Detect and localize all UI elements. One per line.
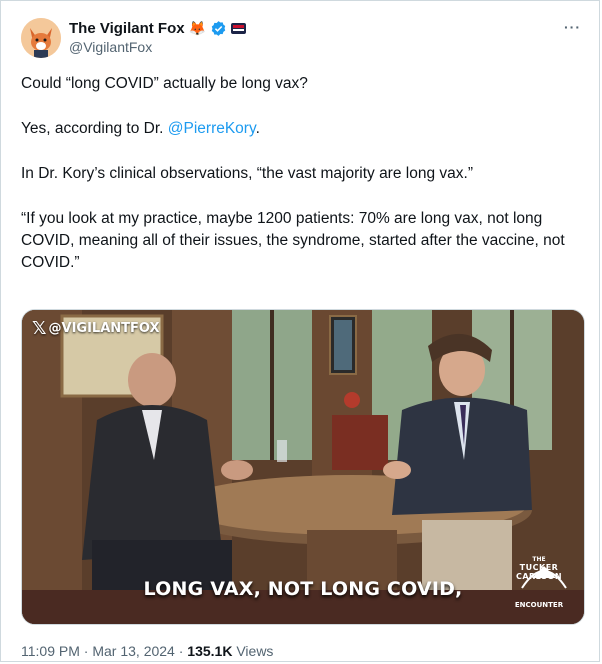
show-logo-line: THE [532, 556, 546, 563]
video-caption: LONG VAX, NOT LONG COVID, [143, 578, 463, 600]
views-count: 135.1K [187, 643, 233, 659]
verified-badge-icon [211, 20, 226, 36]
author-name-row: The Vigilant Fox 🦊 [69, 18, 247, 38]
show-logo: THE TUCKER CARLSON ENCOUNTER [504, 556, 574, 616]
tweet-text-segment: . [255, 120, 260, 137]
meta-separator: · [178, 643, 184, 659]
author-display-name[interactable]: The Vigilant Fox [69, 20, 185, 37]
tweet-card: The Vigilant Fox 🦊 @VigilantFox ··· Coul… [0, 0, 600, 662]
views-label: Views [236, 643, 274, 659]
watermark: 𝕏 @VIGILANTFOX [32, 318, 160, 339]
tweet-text-segment: Yes, according to Dr. [21, 120, 168, 137]
tweet-meta: 11:09 PM · Mar 13, 2024 · 135.1K Views [21, 643, 273, 659]
video-media[interactable]: 𝕏 @VIGILANTFOX LONG VAX, NOT LONG COVID,… [21, 309, 585, 625]
flag-icon [231, 22, 247, 34]
fox-emoji-icon: 🦊 [188, 20, 207, 36]
mention-link[interactable]: @PierreKory [168, 120, 256, 137]
tweet-date[interactable]: Mar 13, 2024 [92, 643, 175, 659]
tweet-paragraph: Could “long COVID” actually be long vax? [21, 75, 308, 92]
fox-avatar-icon [21, 18, 61, 58]
watermark-text: @VIGILANTFOX [48, 321, 160, 336]
show-logo-line: ENCOUNTER [514, 601, 564, 609]
avatar[interactable] [21, 18, 61, 58]
author-handle[interactable]: @VigilantFox [69, 39, 152, 55]
show-logo-line: TUCKER CARLSON [515, 563, 563, 581]
more-options-icon[interactable]: ··· [564, 19, 581, 35]
tweet-text: Could “long COVID” actually be long vax?… [21, 73, 583, 297]
x-logo-icon: 𝕏 [32, 318, 47, 339]
tweet-paragraph: “If you look at my practice, maybe 1200 … [21, 210, 565, 271]
meta-separator: · [83, 643, 89, 659]
tweet-time[interactable]: 11:09 PM [21, 643, 80, 659]
tweet-paragraph: In Dr. Kory’s clinical observations, “th… [21, 165, 473, 182]
tweet-paragraph: Yes, according to Dr. @PierreKory. [21, 118, 583, 140]
